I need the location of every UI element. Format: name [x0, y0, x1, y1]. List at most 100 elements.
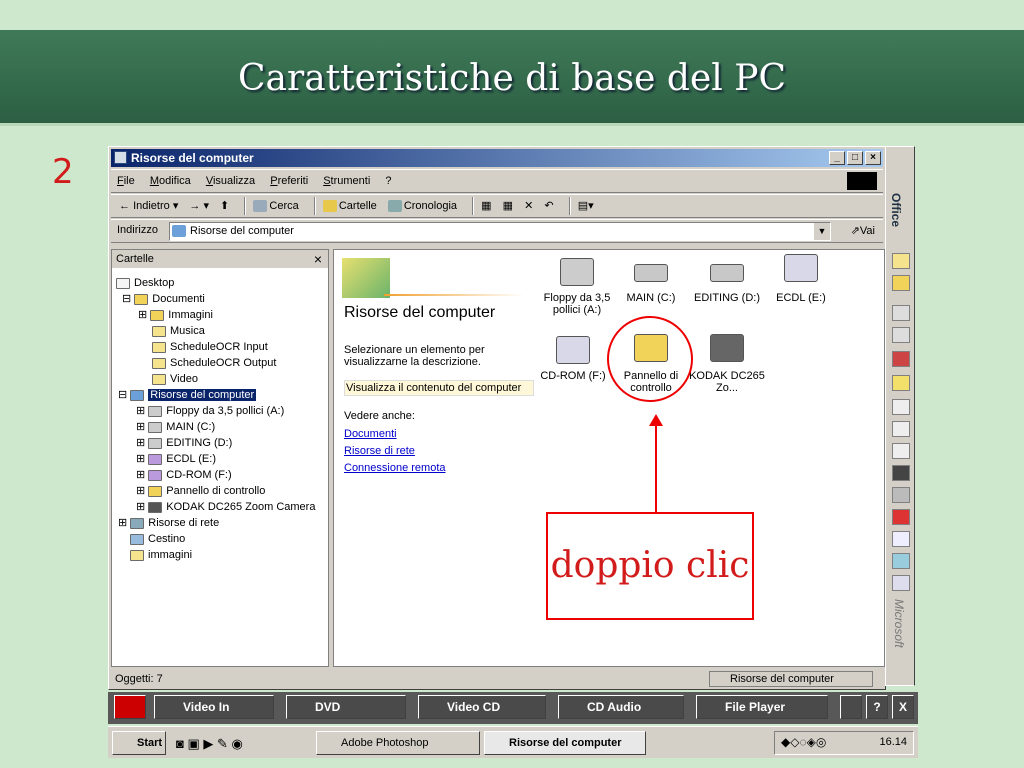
publisher-icon[interactable]: [892, 575, 910, 591]
icon-label-drive-d[interactable]: EDITING (D:): [687, 292, 767, 304]
powerpoint-icon[interactable]: [892, 509, 910, 525]
history-icon: [387, 200, 402, 213]
word-icon[interactable]: [892, 531, 910, 547]
file-player-button[interactable]: File Player: [696, 695, 828, 719]
tray-icons[interactable]: ◆◇◌◈◎: [781, 735, 826, 749]
tree-item-control-panel[interactable]: ⊞ Pannello di controllo: [136, 484, 265, 498]
cd-audio-button[interactable]: CD Audio: [558, 695, 684, 719]
status-bar: Oggetti: 7 Risorse del computer: [111, 669, 883, 689]
hard-drive-icon[interactable]: [634, 264, 668, 282]
tree-item-images[interactable]: ⊞ Immagini: [138, 308, 213, 322]
open-document-icon[interactable]: [892, 275, 910, 291]
video-cd-button[interactable]: Video CD: [418, 695, 546, 719]
tree-item-ocr-input[interactable]: ScheduleOCR Input: [152, 340, 268, 354]
icon-label-drive-c[interactable]: MAIN (C:): [611, 292, 691, 304]
clock: 16.14: [879, 736, 907, 748]
window-titlebar[interactable]: Risorse del computer _ □ ×: [111, 149, 883, 167]
address-bar: Indirizzo Risorse del computer ▼ ⇗Vai: [111, 219, 883, 243]
tree-item-recycle-bin[interactable]: Cestino: [130, 532, 185, 546]
copy-to-icon[interactable]: ▦: [503, 195, 513, 217]
start-button[interactable]: Start: [112, 731, 166, 755]
hard-drive-icon[interactable]: [710, 264, 744, 282]
quick-launch-icons[interactable]: ◙ ▣ ▶ ✎ ◉: [176, 736, 243, 752]
cd-drive-icon[interactable]: [784, 254, 818, 282]
contacts-icon[interactable]: [892, 327, 910, 343]
note-icon[interactable]: [892, 375, 910, 391]
calendar-icon[interactable]: [892, 399, 910, 415]
delete-icon[interactable]: ✕: [524, 195, 533, 217]
close-pane-button[interactable]: ×: [314, 250, 322, 268]
link-network[interactable]: Risorse di rete: [344, 445, 415, 457]
control-panel-icon: [148, 485, 163, 497]
microsoft-label: Microsoft: [892, 599, 906, 648]
back-button[interactable]: ← Indietro ▾: [119, 195, 178, 217]
icon-label-drive-f[interactable]: CD-ROM (F:): [533, 370, 613, 382]
tree-item-camera[interactable]: ⊞ KODAK DC265 Zoom Camera: [136, 500, 315, 514]
video-in-button[interactable]: Video In: [154, 695, 274, 719]
go-button[interactable]: ⇗Vai: [851, 224, 875, 237]
tree-item-my-computer[interactable]: ⊟ Risorse del computer: [118, 388, 257, 402]
history-button[interactable]: Cronologia: [387, 195, 457, 217]
tree-item-drive-f[interactable]: ⊞ CD-ROM (F:): [136, 468, 232, 482]
menu-file[interactable]: File: [117, 170, 135, 192]
tree-item-network[interactable]: ⊞ Risorse di rete: [118, 516, 219, 530]
menu-favorites[interactable]: Preferiti: [270, 170, 308, 192]
tree-item-ocr-output[interactable]: ScheduleOCR Output: [152, 356, 276, 370]
undo-icon[interactable]: ↶: [544, 195, 553, 217]
move-to-icon[interactable]: ▦: [481, 195, 491, 217]
cd-drive-icon[interactable]: [556, 336, 590, 364]
icon-label-floppy[interactable]: Floppy da 3,5 pollici (A:): [537, 292, 617, 316]
menu-bar: File Modifica Visualizza Preferiti Strum…: [111, 169, 883, 193]
contact-card-icon[interactable]: [892, 443, 910, 459]
task-my-computer[interactable]: Risorse del computer: [484, 731, 646, 755]
tree-item-desktop[interactable]: Desktop: [116, 276, 174, 290]
tree-item-drive-c[interactable]: ⊞ MAIN (C:): [136, 420, 215, 434]
tree-label: MAIN (C:): [166, 421, 216, 433]
office-app-icon[interactable]: [892, 351, 910, 367]
task-photoshop[interactable]: Adobe Photoshop: [316, 731, 480, 755]
binder-icon[interactable]: [892, 487, 910, 503]
camera-icon[interactable]: [710, 334, 744, 362]
tree-item-music[interactable]: Musica: [152, 324, 205, 338]
tree-label: CD-ROM (F:): [166, 469, 232, 481]
cd-drive-icon: [148, 469, 163, 481]
photo-editor-icon[interactable]: [892, 465, 910, 481]
chevron-down-icon[interactable]: ▼: [814, 223, 830, 240]
tree-item-documents[interactable]: ⊟ Documenti: [122, 292, 205, 306]
access-icon[interactable]: [892, 553, 910, 569]
floppy-icon[interactable]: [560, 258, 594, 286]
link-remote-connection[interactable]: Connessione remota: [344, 462, 446, 474]
menu-edit[interactable]: Modifica: [150, 170, 191, 192]
menu-tools[interactable]: Strumenti: [323, 170, 370, 192]
minimize-bar-icon[interactable]: [840, 695, 862, 719]
outlook-icon[interactable]: [892, 305, 910, 321]
tree-item-drive-d[interactable]: ⊞ EDITING (D:): [136, 436, 232, 450]
new-document-icon[interactable]: [892, 253, 910, 269]
menu-help[interactable]: ?: [385, 170, 391, 192]
close-bar-button[interactable]: X: [892, 695, 914, 719]
task-icon[interactable]: [892, 421, 910, 437]
slide-number: 2: [52, 152, 74, 192]
dvd-button[interactable]: DVD: [286, 695, 406, 719]
tree-item-floppy[interactable]: ⊞ Floppy da 3,5 pollici (A:): [136, 404, 284, 418]
maximize-button[interactable]: □: [847, 151, 863, 165]
link-documents[interactable]: Documenti: [344, 428, 397, 440]
close-button[interactable]: ×: [865, 151, 881, 165]
ati-logo-icon[interactable]: [114, 695, 146, 719]
view-contents-link[interactable]: Visualizza il contenuto del computer: [344, 380, 534, 396]
icon-label-camera[interactable]: KODAK DC265 Zo...: [687, 370, 767, 394]
tree-item-video[interactable]: Video: [152, 372, 198, 386]
address-input[interactable]: Risorse del computer ▼: [169, 222, 831, 241]
help-button[interactable]: ?: [866, 695, 888, 719]
views-icon[interactable]: ▤▾: [578, 195, 594, 217]
folder-icon: [150, 309, 165, 321]
search-button[interactable]: Cerca: [253, 195, 299, 217]
up-folder-icon[interactable]: ⬆: [220, 195, 229, 217]
tree-item-drive-e[interactable]: ⊞ ECDL (E:): [136, 452, 216, 466]
forward-button[interactable]: → ▾: [189, 195, 209, 217]
icon-label-drive-e[interactable]: ECDL (E:): [761, 292, 841, 304]
tree-item-immagini[interactable]: immagini: [130, 548, 192, 562]
minimize-button[interactable]: _: [829, 151, 845, 165]
menu-view[interactable]: Visualizza: [206, 170, 255, 192]
folders-button[interactable]: Cartelle: [322, 195, 377, 217]
